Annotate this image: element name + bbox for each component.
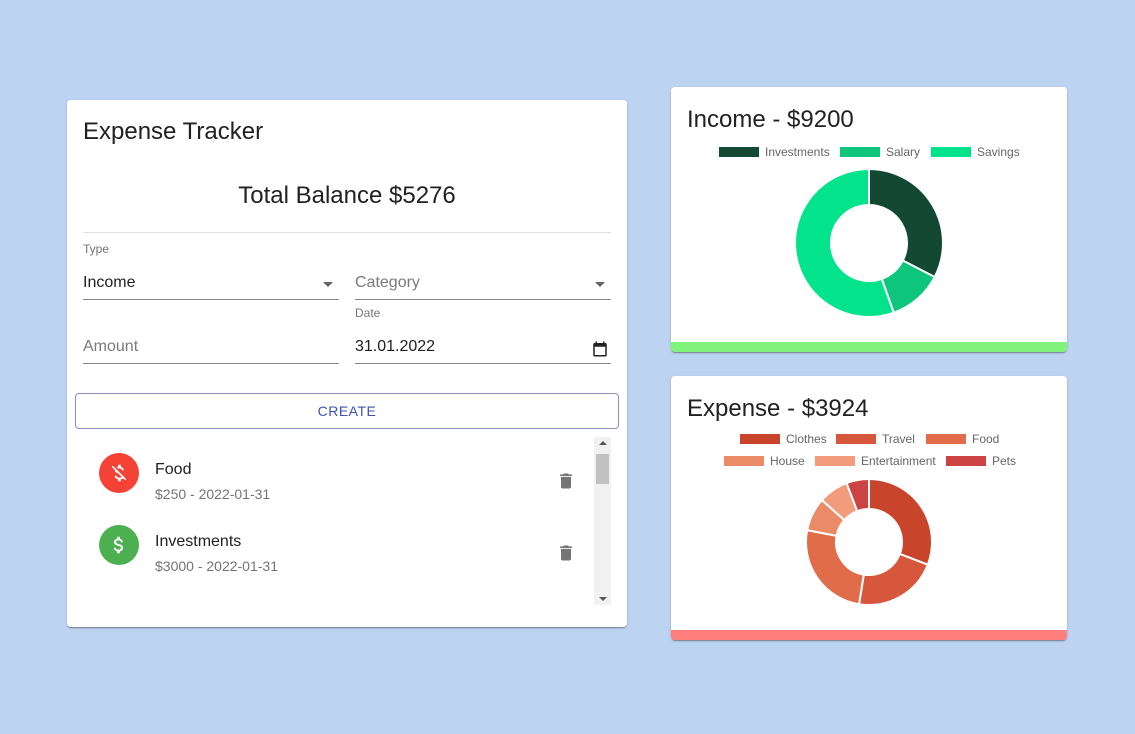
legend-swatch bbox=[815, 456, 855, 466]
legend-item-travel[interactable]: Travel bbox=[836, 432, 915, 446]
legend-swatch bbox=[719, 147, 759, 157]
amount-placeholder: Amount bbox=[83, 338, 139, 355]
delete-icon[interactable] bbox=[556, 471, 576, 491]
legend-item-house[interactable]: House bbox=[724, 454, 805, 468]
legend-swatch bbox=[740, 434, 780, 444]
donut-slice-food[interactable] bbox=[805, 528, 865, 606]
item-detail: $250 - 2022-01-31 bbox=[155, 486, 271, 502]
legend-item-clothes[interactable]: Clothes bbox=[740, 432, 827, 446]
income-card: Income - $9200 Investments Salary Savings bbox=[671, 87, 1067, 352]
legend-item-pets[interactable]: Pets bbox=[946, 454, 1016, 468]
legend-swatch bbox=[724, 456, 764, 466]
money-off-icon bbox=[111, 464, 127, 482]
scroll-down-arrow-icon[interactable] bbox=[599, 597, 607, 601]
chevron-down-icon bbox=[323, 282, 333, 287]
type-select[interactable]: Type Income bbox=[83, 242, 339, 300]
expense-title: Expense - $3924 bbox=[687, 395, 869, 422]
legend-item-savings[interactable]: Savings bbox=[931, 145, 1020, 159]
income-donut-chart bbox=[794, 167, 944, 318]
legend-swatch bbox=[946, 456, 986, 466]
total-balance: Total Balance $5276 bbox=[238, 182, 456, 209]
amount-input[interactable]: Amount bbox=[83, 324, 339, 364]
create-button[interactable]: CREATE bbox=[75, 393, 619, 429]
legend-label: Salary bbox=[886, 145, 921, 159]
legend-item-investments[interactable]: Investments bbox=[719, 145, 830, 159]
expense-avatar bbox=[99, 453, 139, 493]
expense-color-bar bbox=[671, 630, 1067, 640]
date-input[interactable]: Date 31.01.2022 bbox=[355, 306, 611, 364]
list-item: Food $250 - 2022-01-31 bbox=[83, 437, 593, 509]
expense-card: Expense - $3924 Clothes Travel Food House En… bbox=[671, 376, 1067, 640]
scroll-thumb[interactable] bbox=[596, 454, 609, 484]
income-color-bar bbox=[671, 342, 1067, 352]
date-label: Date bbox=[355, 306, 381, 320]
legend-label: House bbox=[770, 454, 805, 468]
list-item: Investments $3000 - 2022-01-31 bbox=[83, 509, 593, 581]
divider bbox=[83, 232, 611, 233]
legend-item-food[interactable]: Food bbox=[926, 432, 999, 446]
transaction-list: Food $250 - 2022-01-31 Investments $3000… bbox=[83, 437, 611, 605]
delete-icon[interactable] bbox=[556, 543, 576, 563]
legend-label: Travel bbox=[882, 432, 915, 446]
legend-swatch bbox=[840, 147, 880, 157]
category-select[interactable]: Category bbox=[355, 260, 611, 300]
legend-label: Entertainment bbox=[861, 454, 936, 468]
expense-donut-chart bbox=[805, 477, 933, 606]
donut-slice-travel[interactable] bbox=[857, 552, 930, 606]
calendar-icon[interactable] bbox=[591, 340, 609, 358]
income-title: Income - $9200 bbox=[687, 106, 854, 133]
tracker-title: Expense Tracker bbox=[83, 118, 264, 145]
scroll-up-arrow-icon[interactable] bbox=[599, 441, 607, 445]
income-avatar bbox=[99, 525, 139, 565]
item-name: Food bbox=[155, 461, 192, 478]
legend-item-salary[interactable]: Salary bbox=[840, 145, 920, 159]
date-value: 31.01.2022 bbox=[355, 338, 436, 355]
donut-slice-investments[interactable] bbox=[868, 167, 944, 279]
legend-swatch bbox=[931, 147, 971, 157]
legend-swatch bbox=[836, 434, 876, 444]
chevron-down-icon bbox=[595, 282, 605, 287]
list-scrollbar[interactable] bbox=[594, 437, 611, 605]
item-detail: $3000 - 2022-01-31 bbox=[155, 558, 278, 574]
item-name: Investments bbox=[155, 533, 242, 550]
legend-label: Food bbox=[972, 432, 1000, 446]
legend-label: Investments bbox=[765, 145, 830, 159]
type-value: Income bbox=[83, 274, 136, 291]
category-placeholder: Category bbox=[355, 274, 420, 291]
legend-label: Pets bbox=[992, 454, 1017, 468]
legend-item-entertainment[interactable]: Entertainment bbox=[815, 454, 936, 468]
legend-label: Savings bbox=[977, 145, 1020, 159]
donut-slice-clothes[interactable] bbox=[868, 477, 933, 566]
expense-tracker-card: Expense Tracker Total Balance $5276 Type… bbox=[67, 100, 627, 627]
legend-label: Clothes bbox=[786, 432, 827, 446]
type-label: Type bbox=[83, 242, 110, 256]
legend-swatch bbox=[926, 434, 966, 444]
money-icon bbox=[113, 536, 124, 554]
